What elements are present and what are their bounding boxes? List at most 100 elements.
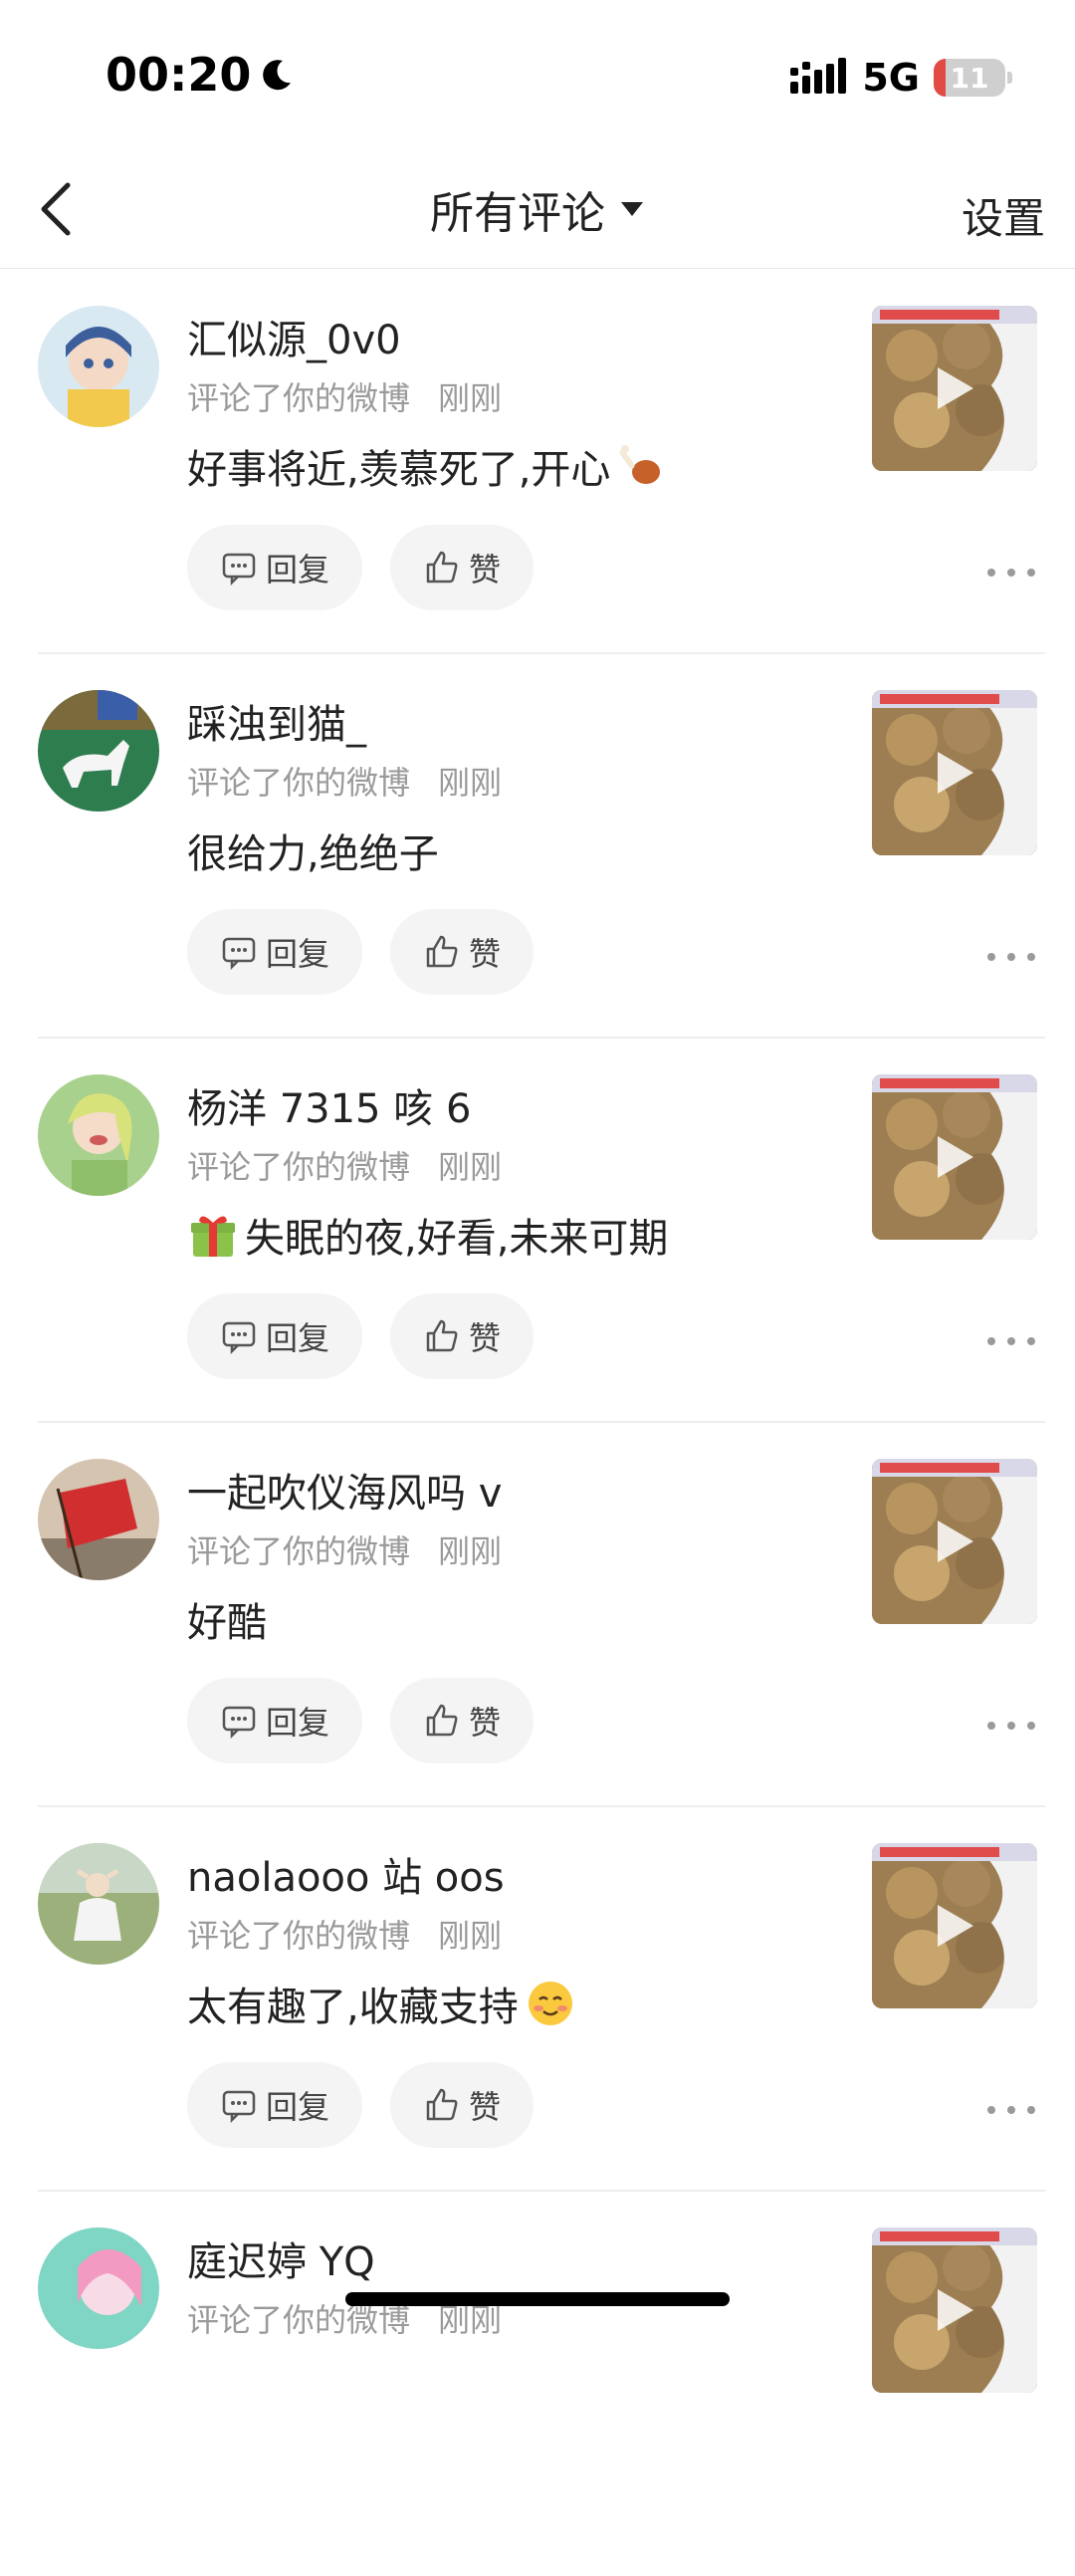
comment-icon (222, 1706, 256, 1740)
avatar[interactable] (38, 2227, 159, 2349)
video-thumbnail[interactable] (872, 1843, 1037, 2008)
more-icon[interactable] (983, 1333, 1039, 1349)
video-thumbnail[interactable] (872, 690, 1037, 855)
like-label: 赞 (468, 551, 501, 588)
timestamp: 刚刚 (438, 764, 503, 802)
comment-body: 失眠的夜,好看,未来可期 (187, 1206, 668, 1264)
avatar-image (38, 1459, 159, 1580)
reply-button[interactable]: 回复 (187, 1293, 362, 1379)
action-text: 评论了你的微博 (187, 379, 411, 417)
thumbnail-image (872, 1459, 1037, 1624)
timestamp: 刚刚 (438, 379, 503, 417)
moon-icon (263, 60, 292, 91)
thumbnail-image (872, 1843, 1037, 2008)
comment-item: 一起吹仪海风吗 v 评论了你的微博 刚刚 好酷 回复 赞 (0, 1423, 1075, 1807)
status-time-text: 00:20 (106, 48, 252, 102)
comment-item: 杨洋 7315 咳 6 评论了你的微博 刚刚 失眠的夜,好看,未来可期 回复 赞 (0, 1039, 1075, 1423)
settings-button[interactable]: 设置 (962, 185, 1045, 246)
page-title: 所有评论 (430, 188, 605, 239)
network-label: 5G (862, 56, 920, 100)
avatar[interactable] (38, 306, 159, 427)
thumbs-up-icon (426, 551, 458, 584)
thumbnail-image (872, 690, 1037, 855)
username[interactable]: 庭迟婷 YQ (187, 2229, 375, 2287)
thumbnail-image (872, 1074, 1037, 1240)
comment-text: 好事将近,羡慕死了,开心 (187, 447, 611, 493)
like-label: 赞 (468, 1319, 501, 1357)
comment-item: 踩浊到猫_ 评论了你的微博 刚刚 很给力,绝绝子 回复 赞 (0, 654, 1075, 1039)
comment-body: 好事将近,羡慕死了,开心 (187, 437, 668, 495)
comment-actions: 回复 赞 (187, 1293, 534, 1379)
comment-actions: 回复 赞 (187, 909, 534, 995)
more-icon[interactable] (983, 2102, 1039, 2118)
thumbs-up-icon (426, 935, 458, 968)
username[interactable]: 一起吹仪海风吗 v (187, 1461, 502, 1519)
avatar[interactable] (38, 690, 159, 812)
avatar-image (38, 306, 159, 427)
signal-icon (790, 58, 847, 94)
comment-text: 失眠的夜,好看,未来可期 (245, 1216, 669, 1262)
action-text: 评论了你的微博 (187, 1148, 411, 1186)
home-indicator[interactable] (345, 2292, 730, 2306)
comment-body: 很给力,绝绝子 (187, 821, 439, 879)
action-text: 评论了你的微博 (187, 764, 411, 802)
username[interactable]: 汇似源_0v0 (187, 308, 401, 365)
reply-button[interactable]: 回复 (187, 2062, 362, 2148)
like-button[interactable]: 赞 (390, 1678, 534, 1763)
more-icon[interactable] (983, 565, 1039, 581)
more-icon[interactable] (983, 1718, 1039, 1734)
comment-meta: 评论了你的微博 刚刚 (187, 1526, 502, 1572)
like-label: 赞 (468, 1704, 501, 1742)
avatar-image (38, 2227, 159, 2349)
comment-item: 汇似源_0v0 评论了你的微博 刚刚 好事将近,羡慕死了,开心 回复 赞 (0, 270, 1075, 654)
username[interactable]: naolaooo 站 oos (187, 1845, 505, 1903)
like-button[interactable]: 赞 (390, 909, 534, 995)
reply-button[interactable]: 回复 (187, 1678, 362, 1763)
like-label: 赞 (468, 2088, 501, 2126)
comment-list: 汇似源_0v0 评论了你的微博 刚刚 好事将近,羡慕死了,开心 回复 赞 踩浊到… (0, 270, 1075, 2576)
avatar[interactable] (38, 1459, 159, 1580)
comment-actions: 回复 赞 (187, 1678, 534, 1763)
comment-text: 太有趣了,收藏支持 (187, 1985, 519, 2030)
comment-actions: 回复 赞 (187, 2062, 534, 2148)
video-thumbnail[interactable] (872, 1459, 1037, 1624)
reply-button[interactable]: 回复 (187, 525, 362, 610)
username[interactable]: 杨洋 7315 咳 6 (187, 1076, 471, 1134)
thumbnail-image (872, 306, 1037, 471)
more-icon[interactable] (983, 949, 1039, 965)
like-button[interactable]: 赞 (390, 1293, 534, 1379)
reply-button[interactable]: 回复 (187, 909, 362, 995)
action-text: 评论了你的微博 (187, 1917, 411, 1955)
poultry-leg-emoji-icon (619, 445, 661, 484)
status-bar: 00:20 5G 11 (0, 0, 1075, 149)
video-thumbnail[interactable] (872, 1074, 1037, 1240)
timestamp: 刚刚 (438, 1148, 503, 1186)
timestamp: 刚刚 (438, 1532, 503, 1570)
video-thumbnail[interactable] (872, 306, 1037, 471)
comment-icon (222, 937, 256, 971)
avatar[interactable] (38, 1843, 159, 1965)
avatar-image (38, 690, 159, 812)
header: 所有评论 设置 (0, 149, 1075, 269)
like-button[interactable]: 赞 (390, 2062, 534, 2148)
battery-level: 11 (950, 61, 989, 95)
thumbs-up-icon (426, 1704, 458, 1737)
avatar[interactable] (38, 1074, 159, 1196)
comment-body: 太有趣了,收藏支持 (187, 1975, 576, 2032)
like-button[interactable]: 赞 (390, 525, 534, 610)
title-dropdown[interactable]: 所有评论 (0, 149, 1075, 269)
comment-text: 很给力,绝绝子 (187, 831, 439, 877)
reply-label: 回复 (265, 551, 329, 588)
comment-icon (222, 2090, 256, 2124)
comment-item: 庭迟婷 YQ 评论了你的微博 刚刚 (0, 2192, 1075, 2576)
thumbs-up-icon (426, 1319, 458, 1352)
video-thumbnail[interactable] (872, 2227, 1037, 2393)
like-label: 赞 (468, 935, 501, 973)
reply-label: 回复 (265, 1704, 329, 1742)
reply-label: 回复 (265, 1319, 329, 1357)
username[interactable]: 踩浊到猫_ (187, 692, 366, 750)
comment-body: 好酷 (187, 1590, 267, 1648)
comment-meta: 评论了你的微博 刚刚 (187, 1911, 502, 1957)
avatar-image (38, 1074, 159, 1196)
battery-nub (1007, 72, 1012, 84)
